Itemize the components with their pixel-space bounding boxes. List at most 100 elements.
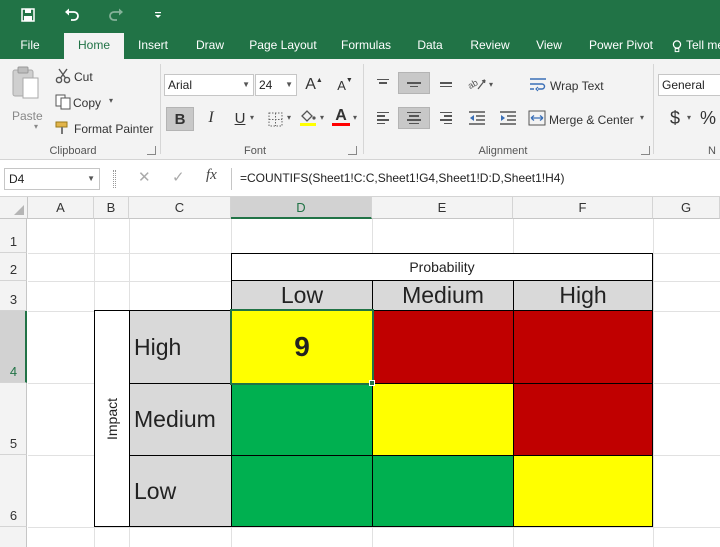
cell-d5[interactable] — [231, 383, 373, 456]
font-size-combo[interactable]: 24 ▼ — [255, 74, 297, 96]
impact-header[interactable]: Impact — [94, 310, 130, 527]
clipboard-launcher-icon[interactable] — [147, 146, 156, 155]
row-header-4[interactable]: 4 — [0, 311, 27, 383]
cut-button[interactable]: Cut — [74, 70, 93, 84]
font-color-button[interactable]: A — [330, 106, 352, 128]
tab-home[interactable]: Home — [64, 33, 124, 60]
row-header-1[interactable]: 1 — [0, 219, 27, 253]
formula-input[interactable]: =COUNTIFS(Sheet1!C:C,Sheet1!G4,Sheet1!D:… — [231, 168, 720, 190]
probability-medium[interactable]: Medium — [372, 280, 514, 311]
tab-data[interactable]: Data — [410, 31, 450, 59]
font-launcher-icon[interactable] — [348, 146, 357, 155]
merge-center-button[interactable]: Merge & Center — [549, 113, 634, 127]
tell-me-search[interactable]: Tell me — [686, 31, 720, 59]
cell-d6[interactable] — [231, 455, 373, 527]
cell-f6[interactable] — [513, 455, 653, 527]
fill-color-dropdown-icon[interactable]: ▾ — [320, 113, 324, 122]
column-header-g[interactable]: G — [653, 197, 720, 219]
wrap-text-button[interactable]: Wrap Text — [550, 79, 604, 93]
row-header-6[interactable]: 6 — [0, 455, 27, 527]
copy-dropdown-icon[interactable]: ▾ — [109, 96, 113, 105]
font-color-dropdown-icon[interactable]: ▾ — [353, 113, 357, 122]
paste-dropdown-icon[interactable]: ▾ — [34, 122, 38, 131]
tab-insert[interactable]: Insert — [130, 31, 176, 59]
align-right-icon[interactable] — [435, 107, 457, 129]
row-header-7[interactable] — [0, 527, 27, 547]
gridline — [653, 219, 654, 547]
tab-review[interactable]: Review — [462, 31, 518, 59]
undo-icon[interactable] — [58, 4, 86, 26]
ribbon-separator — [160, 64, 161, 154]
currency-dropdown-icon[interactable]: ▾ — [687, 113, 691, 122]
insert-function-icon[interactable]: fx — [206, 167, 217, 184]
paste-button[interactable]: Paste — [12, 109, 43, 123]
cell-e4[interactable] — [372, 310, 514, 384]
column-header-f[interactable]: F — [513, 197, 653, 219]
font-name-combo[interactable]: Arial ▼ — [164, 74, 254, 96]
row-header-2[interactable]: 2 — [0, 253, 27, 281]
number-format-combo[interactable]: General — [658, 74, 720, 96]
cell-f5[interactable] — [513, 383, 653, 456]
cell-e6[interactable] — [372, 455, 514, 527]
ribbon-home — [0, 59, 720, 160]
save-icon[interactable] — [14, 4, 42, 26]
underline-button[interactable]: U — [229, 107, 251, 129]
tab-draw[interactable]: Draw — [188, 31, 232, 59]
redo-icon[interactable] — [102, 4, 130, 26]
alignment-launcher-icon[interactable] — [641, 146, 650, 155]
merge-dropdown-icon[interactable]: ▾ — [640, 113, 644, 122]
italic-button[interactable]: I — [200, 107, 222, 129]
increase-indent-icon[interactable] — [497, 107, 519, 129]
currency-button[interactable]: $ — [664, 107, 686, 129]
impact-medium[interactable]: Medium — [129, 383, 232, 456]
paste-icon[interactable] — [11, 66, 41, 102]
formula-bar-splitter[interactable] — [113, 170, 116, 188]
merge-center-icon — [528, 110, 546, 129]
tab-power-pivot[interactable]: Power Pivot — [582, 31, 660, 59]
customize-qat-icon[interactable] — [144, 4, 172, 26]
fill-color-icon[interactable] — [297, 106, 319, 128]
align-left-icon[interactable] — [372, 107, 394, 129]
probability-high[interactable]: High — [513, 280, 653, 311]
column-header-a[interactable]: A — [28, 197, 94, 219]
fill-handle[interactable] — [369, 380, 375, 386]
format-painter-button[interactable]: Format Painter — [74, 122, 153, 136]
cell-f4[interactable] — [513, 310, 653, 384]
copy-button[interactable]: Copy — [73, 96, 101, 110]
probability-low[interactable]: Low — [231, 280, 373, 311]
tab-file[interactable]: File — [8, 31, 52, 59]
row-header-5[interactable]: 5 — [0, 383, 27, 455]
impact-high[interactable]: High — [129, 310, 232, 384]
row-header-3[interactable]: 3 — [0, 281, 27, 311]
align-bottom-icon[interactable] — [435, 72, 457, 94]
align-top-icon[interactable] — [372, 72, 394, 94]
name-box[interactable]: D4 ▼ — [4, 168, 100, 190]
cancel-icon[interactable]: ✕ — [138, 168, 151, 186]
tab-formulas[interactable]: Formulas — [334, 31, 398, 59]
percent-button[interactable]: % — [697, 107, 719, 129]
shrink-font-icon: A — [337, 77, 346, 93]
borders-dropdown-icon[interactable]: ▾ — [287, 113, 291, 122]
borders-icon[interactable] — [264, 108, 286, 130]
impact-low[interactable]: Low — [129, 455, 232, 527]
grow-font-button[interactable]: A ▲ — [303, 74, 325, 96]
orientation-dropdown-icon[interactable]: ▾ — [489, 80, 493, 89]
column-header-c[interactable]: C — [129, 197, 231, 219]
tab-view[interactable]: View — [528, 31, 570, 59]
align-middle-icon[interactable] — [398, 72, 430, 94]
decrease-indent-icon[interactable] — [466, 107, 488, 129]
select-all-corner[interactable] — [0, 197, 28, 219]
shrink-font-button[interactable]: A ▼ — [334, 74, 356, 96]
column-header-e[interactable]: E — [372, 197, 513, 219]
tab-page-layout[interactable]: Page Layout — [244, 31, 322, 59]
orientation-icon[interactable]: ab — [466, 72, 488, 94]
column-header-d[interactable]: D — [231, 197, 372, 219]
underline-dropdown-icon[interactable]: ▾ — [250, 113, 254, 122]
probability-header[interactable]: Probability — [231, 253, 653, 281]
enter-icon[interactable]: ✓ — [172, 168, 185, 186]
align-center-icon[interactable] — [398, 107, 430, 129]
bold-button[interactable]: B — [166, 107, 194, 131]
column-header-b[interactable]: B — [94, 197, 129, 219]
cell-e5[interactable] — [372, 383, 514, 456]
ribbon-separator — [363, 64, 364, 154]
